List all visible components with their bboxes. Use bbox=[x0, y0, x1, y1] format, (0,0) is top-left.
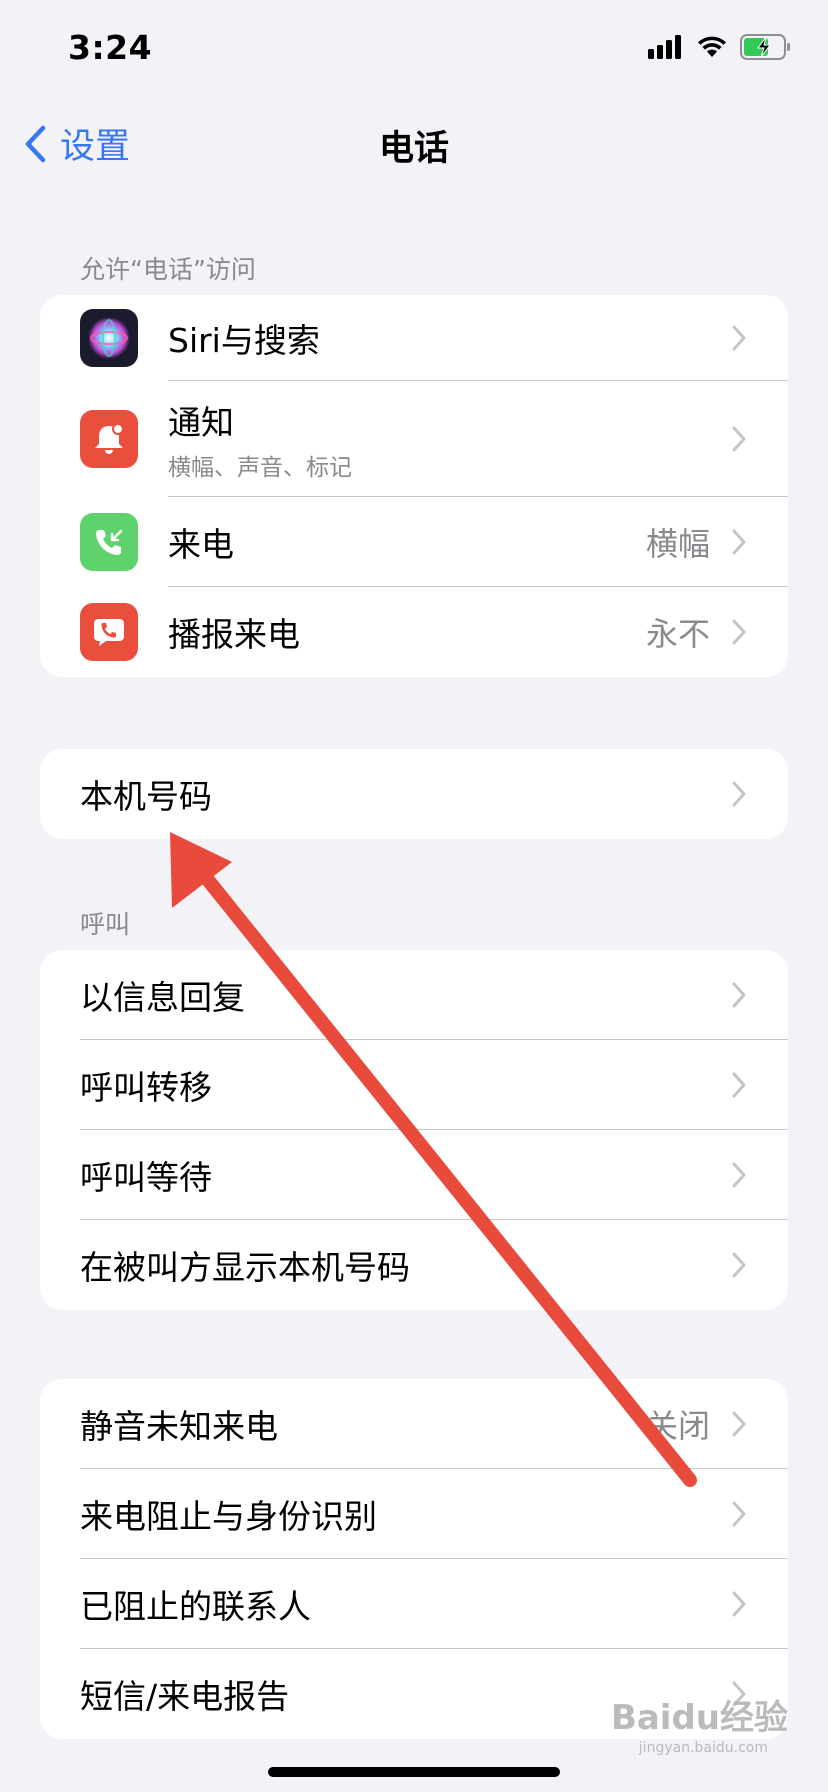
row-call-forwarding[interactable]: 呼叫转移 bbox=[40, 1040, 788, 1130]
row-label: 以信息回复 bbox=[80, 978, 245, 1017]
row-label: 呼叫转移 bbox=[80, 1068, 212, 1107]
status-time: 3:24 bbox=[68, 28, 153, 67]
row-show-caller-id[interactable]: 在被叫方显示本机号码 bbox=[40, 1220, 788, 1310]
row-call-blocking-identification[interactable]: 来电阻止与身份识别 bbox=[40, 1469, 788, 1559]
row-label: 来电 bbox=[168, 525, 234, 564]
group-calls: 以信息回复 呼叫转移 呼叫等待 在被叫方显示本机号码 bbox=[40, 950, 788, 1310]
home-indicator[interactable] bbox=[268, 1767, 560, 1777]
row-siri-search[interactable]: Siri与搜索 bbox=[40, 295, 788, 381]
row-value: 横幅 bbox=[645, 525, 710, 563]
row-value: 关闭 bbox=[645, 1407, 710, 1445]
page-title: 电话 bbox=[378, 129, 449, 169]
row-incoming-calls[interactable]: 来电 横幅 bbox=[40, 497, 788, 587]
announce-calls-icon bbox=[80, 603, 138, 661]
chevron-right-icon bbox=[732, 1252, 746, 1278]
chevron-right-icon bbox=[732, 1591, 746, 1617]
annotation-arrow-head bbox=[170, 832, 232, 908]
chevron-right-icon bbox=[732, 1072, 746, 1098]
row-label: 呼叫等待 bbox=[80, 1158, 212, 1197]
row-subtitle: 横幅、声音、标记 bbox=[168, 455, 352, 481]
navigation-bar: 设置 电话 bbox=[0, 100, 828, 180]
row-label: 播报来电 bbox=[168, 615, 300, 654]
row-label: 本机号码 bbox=[80, 777, 212, 816]
group-my-number: 本机号码 bbox=[40, 749, 788, 839]
group-access: Siri与搜索 通知 横幅、声音、标记 来电 横幅 播报来电 永不 bbox=[40, 295, 788, 677]
row-label: 通知 bbox=[168, 403, 234, 442]
incoming-call-icon bbox=[80, 513, 138, 571]
row-call-waiting[interactable]: 呼叫等待 bbox=[40, 1130, 788, 1220]
battery-charging-icon bbox=[740, 34, 790, 60]
siri-icon bbox=[80, 309, 138, 367]
row-notifications[interactable]: 通知 横幅、声音、标记 bbox=[40, 381, 788, 497]
chevron-right-icon bbox=[732, 426, 746, 452]
baidu-watermark-logo: Baidu经验 bbox=[610, 1698, 788, 1738]
row-silence-unknown-callers[interactable]: 静音未知来电 关闭 bbox=[40, 1379, 788, 1469]
section-header-calls: 呼叫 bbox=[80, 910, 131, 939]
status-icons bbox=[648, 34, 792, 60]
group-blocking: 静音未知来电 关闭 来电阻止与身份识别 已阻止的联系人 短信/来电报告 bbox=[40, 1379, 788, 1739]
chevron-right-icon bbox=[732, 781, 746, 807]
chevron-right-icon bbox=[732, 529, 746, 555]
row-label: 已阻止的联系人 bbox=[80, 1587, 311, 1626]
chevron-right-icon bbox=[732, 1501, 746, 1527]
chevron-right-icon bbox=[732, 982, 746, 1008]
section-header-access: 允许“电话”访问 bbox=[80, 255, 256, 284]
chevron-right-icon bbox=[732, 1411, 746, 1437]
chevron-right-icon bbox=[732, 325, 746, 351]
row-label: Siri与搜索 bbox=[168, 321, 320, 360]
row-label: 来电阻止与身份识别 bbox=[80, 1497, 377, 1536]
wifi-icon bbox=[698, 36, 726, 57]
cellular-signal-icon bbox=[648, 35, 681, 59]
row-announce-calls[interactable]: 播报来电 永不 bbox=[40, 587, 788, 677]
row-label: 在被叫方显示本机号码 bbox=[80, 1248, 410, 1287]
chevron-right-icon bbox=[732, 1162, 746, 1188]
chevron-right-icon bbox=[732, 619, 746, 645]
status-bar: 3:24 bbox=[0, 0, 828, 100]
notification-bell-icon bbox=[80, 410, 138, 468]
row-my-number[interactable]: 本机号码 bbox=[40, 749, 788, 839]
row-blocked-contacts[interactable]: 已阻止的联系人 bbox=[40, 1559, 788, 1649]
baidu-watermark-url: jingyan.baidu.com bbox=[638, 1740, 768, 1756]
row-respond-with-text[interactable]: 以信息回复 bbox=[40, 950, 788, 1040]
row-label: 静音未知来电 bbox=[80, 1407, 278, 1446]
row-value: 永不 bbox=[645, 615, 710, 653]
